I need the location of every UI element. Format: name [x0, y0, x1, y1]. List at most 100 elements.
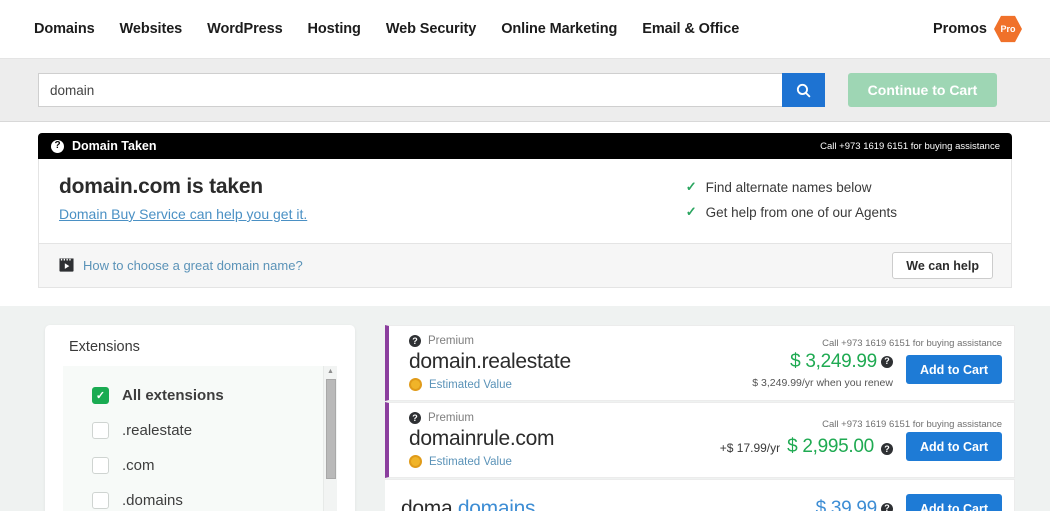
price-help-icon[interactable]: ? — [881, 503, 893, 511]
card-left-group: doma.domains — [401, 494, 535, 511]
add-to-cart-button[interactable]: Add to Cart — [906, 355, 1002, 384]
price-block: $ 39.99 ? — [816, 498, 893, 511]
bullet-item: ✓ Get help from one of our Agents — [686, 204, 897, 220]
bullet-label: Get help from one of our Agents — [706, 205, 897, 220]
extension-item-all[interactable]: ✓ All extensions — [63, 378, 337, 413]
domain-taken-banner: ? Domain Taken Call +973 1619 6151 for b… — [38, 133, 1012, 159]
estimated-value-row: Estimated Value — [409, 378, 571, 391]
price-help-icon[interactable]: ? — [881, 443, 893, 455]
price-prefix: +$ 17.99/yr — [720, 441, 780, 455]
continue-to-cart-button[interactable]: Continue to Cart — [848, 73, 997, 107]
extensions-list-container: ✓ All extensions .realestate .com .domai… — [63, 366, 337, 511]
video-clapboard-icon — [59, 258, 74, 273]
nav-item-wordpress[interactable]: WordPress — [207, 21, 282, 37]
card-right-group: Call +973 1619 6151 for buying assistanc… — [720, 412, 1002, 468]
checkbox-icon[interactable] — [92, 422, 109, 439]
domain-taken-section: ? Domain Taken Call +973 1619 6151 for b… — [0, 122, 1050, 306]
domain-buy-service-link[interactable]: Domain Buy Service can help you get it. — [59, 206, 307, 222]
domain-result-card[interactable]: ? Premium domain.realestate Estimated Va… — [385, 325, 1015, 401]
premium-badge: ? Premium — [409, 412, 554, 424]
card-right-group: Call +973 1619 6151 for buying assistanc… — [752, 335, 1002, 391]
scrollbar-thumb[interactable] — [326, 379, 336, 479]
bullet-label: Find alternate names below — [706, 180, 872, 195]
checkbox-icon[interactable] — [92, 492, 109, 509]
banner-phone-note: Call +973 1619 6151 for buying assistanc… — [820, 141, 1000, 152]
promos-label[interactable]: Promos — [933, 21, 987, 37]
card-left-group: ? Premium domain.realestate Estimated Va… — [409, 335, 571, 391]
taken-left-group: domain.com is taken Domain Buy Service c… — [59, 175, 307, 229]
price-row: $ 39.99 ? Add to Cart — [816, 494, 1002, 511]
price-help-icon[interactable]: ? — [881, 356, 893, 368]
page-title: domain.com is taken — [59, 175, 307, 199]
domain-taken-panel: ? Domain Taken Call +973 1619 6151 for b… — [38, 133, 1012, 288]
renewal-note: $ 3,249.99/yr when you renew — [752, 377, 893, 389]
nav-item-websites[interactable]: Websites — [120, 21, 183, 37]
help-question-icon[interactable]: ? — [409, 335, 421, 347]
checkbox-checked-icon[interactable]: ✓ — [92, 387, 109, 404]
extension-item-realestate[interactable]: .realestate — [63, 413, 337, 448]
extensions-list: ✓ All extensions .realestate .com .domai… — [63, 366, 337, 511]
bullet-item: ✓ Find alternate names below — [686, 179, 897, 195]
domain-result-card[interactable]: ? Premium domainrule.com Estimated Value… — [385, 402, 1015, 478]
card-left-group: ? Premium domainrule.com Estimated Value — [409, 412, 554, 468]
search-row: Continue to Cart — [0, 59, 1050, 122]
price-block: $ 3,249.99 ? — [790, 351, 893, 373]
extension-item-domains[interactable]: .domains — [63, 483, 337, 511]
search-field-group — [38, 73, 825, 107]
taken-bullets-group: ✓ Find alternate names below ✓ Get help … — [686, 175, 993, 229]
coin-icon — [409, 378, 422, 391]
we-can-help-button[interactable]: We can help — [892, 252, 993, 279]
checkbox-icon[interactable] — [92, 457, 109, 474]
extension-label: .com — [122, 457, 155, 474]
estimated-value-label[interactable]: Estimated Value — [429, 379, 512, 391]
card-phone-note: Call +973 1619 6151 for buying assistanc… — [822, 338, 1002, 349]
domain-results-list: ? Premium domain.realestate Estimated Va… — [385, 325, 1015, 511]
extension-label: .realestate — [122, 422, 192, 439]
how-to-choose-domain-link[interactable]: How to choose a great domain name? — [83, 258, 303, 273]
help-question-icon[interactable]: ? — [51, 140, 64, 153]
domain-name[interactable]: domain.realestate — [409, 350, 571, 374]
add-to-cart-button[interactable]: Add to Cart — [906, 432, 1002, 461]
extension-item-com[interactable]: .com — [63, 448, 337, 483]
banner-title: Domain Taken — [72, 139, 157, 153]
premium-badge: ? Premium — [409, 335, 571, 347]
extensions-scrollbar[interactable]: ▲ — [323, 366, 337, 511]
domain-name[interactable]: domainrule.com — [409, 427, 554, 451]
add-to-cart-button[interactable]: Add to Cart — [906, 494, 1002, 511]
nav-links: Domains Websites WordPress Hosting Web S… — [34, 21, 739, 37]
nav-right-group: Promos Pro — [933, 15, 1022, 43]
domain-taken-footer: How to choose a great domain name? We ca… — [38, 244, 1012, 288]
extensions-title: Extensions — [45, 339, 355, 366]
pro-badge-icon[interactable]: Pro — [994, 15, 1022, 43]
domain-name-base: doma — [401, 497, 452, 511]
extensions-panel: Extensions ✓ All extensions .realestate … — [45, 325, 355, 511]
nav-item-hosting[interactable]: Hosting — [308, 21, 361, 37]
search-icon — [795, 82, 812, 99]
scroll-up-arrow-icon[interactable]: ▲ — [324, 366, 337, 377]
extension-label: All extensions — [122, 387, 224, 404]
estimated-value-label[interactable]: Estimated Value — [429, 456, 512, 468]
help-question-icon[interactable]: ? — [409, 412, 421, 424]
estimated-value-row: Estimated Value — [409, 455, 554, 468]
price-row: +$ 17.99/yr $ 2,995.00 ? Add to Cart — [720, 432, 1002, 461]
search-input[interactable] — [38, 73, 782, 107]
nav-item-domains[interactable]: Domains — [34, 21, 95, 37]
domain-name[interactable]: doma.domains — [401, 497, 535, 511]
search-button[interactable] — [782, 73, 825, 107]
coin-icon — [409, 455, 422, 468]
price-inline: +$ 17.99/yr $ 2,995.00 ? — [720, 436, 893, 458]
premium-label: Premium — [428, 412, 474, 424]
domain-price: $ 39.99 — [816, 498, 877, 511]
results-section: Extensions ✓ All extensions .realestate … — [0, 306, 1050, 511]
domain-price: $ 3,249.99 — [790, 351, 877, 373]
extension-label: .domains — [122, 492, 183, 509]
video-link-group[interactable]: How to choose a great domain name? — [59, 258, 303, 273]
domain-name-tld: .domains — [452, 497, 535, 511]
nav-item-web-security[interactable]: Web Security — [386, 21, 476, 37]
domain-price: $ 2,995.00 — [787, 436, 874, 458]
nav-item-online-marketing[interactable]: Online Marketing — [501, 21, 617, 37]
card-phone-note: Call +973 1619 6151 for buying assistanc… — [822, 419, 1002, 430]
nav-item-email-office[interactable]: Email & Office — [642, 21, 739, 37]
domain-result-card[interactable]: doma.domains $ 39.99 ? Add to Cart — [385, 479, 1015, 511]
price-row: $ 3,249.99 ? $ 3,249.99/yr when you rene… — [752, 351, 1002, 389]
